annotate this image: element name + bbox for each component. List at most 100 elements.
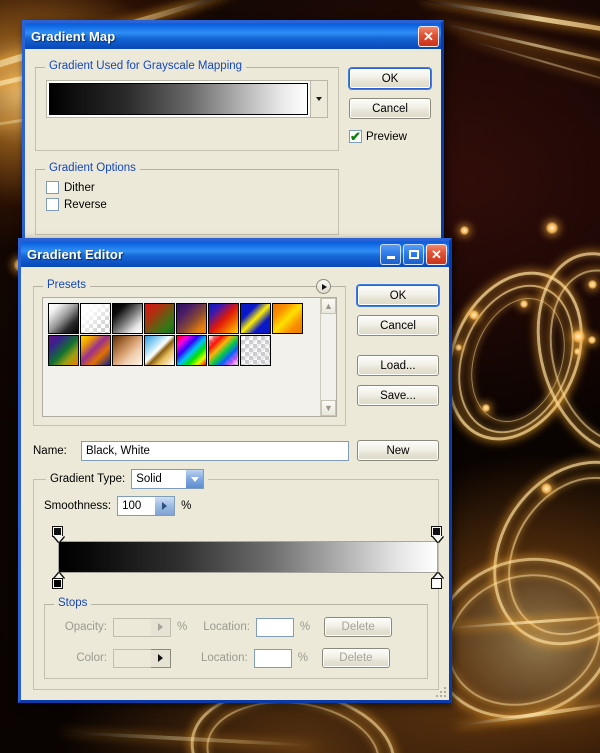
wallpaper-bokeh-dot xyxy=(588,280,597,289)
gradient-map-window-buttons: ✕ xyxy=(418,26,439,47)
wallpaper-light-streak xyxy=(421,0,600,43)
opacity-location-unit: % xyxy=(300,621,310,633)
color-stop-swatch xyxy=(52,578,63,589)
name-label: Name: xyxy=(33,445,73,457)
preset-swatch-fill xyxy=(209,336,238,365)
wallpaper-light-streak xyxy=(60,730,320,748)
opacity-stop-pointer xyxy=(433,536,443,542)
preset-swatch[interactable] xyxy=(240,303,271,334)
gradient-map-title: Gradient Map xyxy=(31,29,418,44)
chevron-down-glyph xyxy=(191,477,199,482)
gradient-map-preview-row xyxy=(46,80,328,118)
resize-grip-icon[interactable] xyxy=(432,683,446,697)
cancel-button[interactable]: Cancel xyxy=(349,98,431,119)
ok-button[interactable]: OK xyxy=(349,68,431,89)
preset-swatch[interactable] xyxy=(48,335,79,366)
opacity-unit: % xyxy=(177,621,187,633)
wallpaper-bokeh-dot xyxy=(520,300,528,308)
preset-swatch[interactable] xyxy=(80,335,111,366)
save-button[interactable]: Save... xyxy=(357,385,439,406)
close-glyph: ✕ xyxy=(431,248,442,261)
opacity-stop[interactable] xyxy=(52,526,65,542)
opacity-label: Opacity: xyxy=(55,621,107,633)
preset-swatch[interactable] xyxy=(112,335,143,366)
opacity-location-input[interactable] xyxy=(256,618,294,637)
gradient-bar-area xyxy=(44,520,428,592)
preset-swatch[interactable] xyxy=(144,303,175,334)
chevron-down-icon[interactable] xyxy=(311,80,328,118)
preset-swatch[interactable] xyxy=(208,335,239,366)
preset-swatch[interactable] xyxy=(176,335,207,366)
preset-swatch[interactable] xyxy=(48,303,79,334)
minimize-glyph xyxy=(387,256,395,259)
opacity-stop[interactable] xyxy=(431,526,444,542)
presets-scrollbar[interactable]: ▲ ▼ xyxy=(320,298,336,416)
preset-swatch[interactable] xyxy=(144,335,175,366)
presets-legend: Presets xyxy=(43,279,90,291)
wallpaper-swirl xyxy=(479,450,600,661)
opacity-delete-button: Delete xyxy=(324,617,392,637)
reverse-label: Reverse xyxy=(64,199,107,211)
load-button[interactable]: Load... xyxy=(357,355,439,376)
name-input[interactable]: Black, White xyxy=(81,441,349,461)
preset-swatch-fill xyxy=(81,304,110,333)
dither-checkbox[interactable] xyxy=(46,181,59,194)
minimize-icon[interactable] xyxy=(380,244,401,265)
wallpaper-bokeh-dot xyxy=(574,348,581,355)
wallpaper-bokeh-dot xyxy=(541,483,552,494)
scroll-up-icon[interactable]: ▲ xyxy=(321,298,336,314)
preset-swatch[interactable] xyxy=(208,303,239,334)
close-icon[interactable]: ✕ xyxy=(426,244,447,265)
triangle-right-icon[interactable] xyxy=(155,496,175,516)
gradient-editor-window-buttons: ✕ xyxy=(380,244,447,265)
ok-button[interactable]: OK xyxy=(357,285,439,306)
new-button[interactable]: New xyxy=(357,440,439,461)
desktop: Gradient Map ✕ Gradient Used for Graysca… xyxy=(0,0,600,753)
gradient-editor-body: Presets ▲ ▼ OK Cancel xyxy=(21,267,449,700)
dither-row: Dither xyxy=(46,181,328,194)
presets-menu-arrow-icon[interactable] xyxy=(316,279,331,294)
name-row: Name: Black, White New xyxy=(33,440,439,461)
gradient-map-titlebar[interactable]: Gradient Map ✕ xyxy=(25,23,441,49)
color-stop-row: Color: Location: % Delete xyxy=(55,648,417,668)
stops-group: Stops Opacity: % Location: % xyxy=(44,604,428,679)
preset-swatch[interactable] xyxy=(112,303,143,334)
gradient-map-preview-swatch[interactable] xyxy=(49,83,308,115)
triangle-right-icon[interactable] xyxy=(151,649,171,668)
scroll-down-icon[interactable]: ▼ xyxy=(321,400,336,416)
preset-swatch[interactable] xyxy=(80,303,111,334)
smoothness-stepper[interactable]: 100 xyxy=(117,496,175,516)
color-stop[interactable] xyxy=(431,573,444,591)
gradient-used-legend: Gradient Used for Grayscale Mapping xyxy=(45,60,246,72)
gradient-type-select[interactable]: Solid xyxy=(131,469,204,489)
preset-swatch[interactable] xyxy=(240,335,271,366)
gradient-editor-titlebar[interactable]: Gradient Editor ✕ xyxy=(21,241,449,267)
color-stop[interactable] xyxy=(52,573,65,591)
gradient-map-preview-frame[interactable] xyxy=(46,80,311,118)
color-stop-fill xyxy=(54,580,61,587)
gradient-bar[interactable] xyxy=(58,541,438,573)
wallpaper-bokeh-dot xyxy=(588,336,596,344)
gradient-map-dialog: Gradient Map ✕ Gradient Used for Graysca… xyxy=(22,20,444,250)
cancel-button[interactable]: Cancel xyxy=(357,315,439,336)
preview-checkbox[interactable]: ✔ xyxy=(349,130,362,143)
color-swatch xyxy=(113,649,151,668)
preset-swatch[interactable] xyxy=(176,303,207,334)
gradient-editor-dialog: Gradient Editor ✕ Presets xyxy=(18,238,452,703)
scroll-down-glyph: ▼ xyxy=(324,404,333,413)
gradient-map-body: Gradient Used for Grayscale Mapping Grad… xyxy=(25,49,441,247)
gradient-type-value[interactable]: Solid xyxy=(131,469,186,489)
close-icon[interactable]: ✕ xyxy=(418,26,439,47)
smoothness-input[interactable]: 100 xyxy=(117,496,155,516)
presets-group: Presets ▲ ▼ xyxy=(33,286,346,426)
color-location-unit: % xyxy=(298,652,308,664)
reverse-checkbox[interactable] xyxy=(46,198,59,211)
preset-swatch[interactable] xyxy=(272,303,303,334)
color-location-input[interactable] xyxy=(254,649,292,668)
chevron-down-icon[interactable] xyxy=(186,469,204,489)
opacity-input xyxy=(113,618,151,637)
presets-panel[interactable]: ▲ ▼ xyxy=(42,297,337,417)
maximize-icon[interactable] xyxy=(403,244,424,265)
wallpaper-light-streak xyxy=(459,36,600,93)
stops-legend: Stops xyxy=(54,597,91,609)
